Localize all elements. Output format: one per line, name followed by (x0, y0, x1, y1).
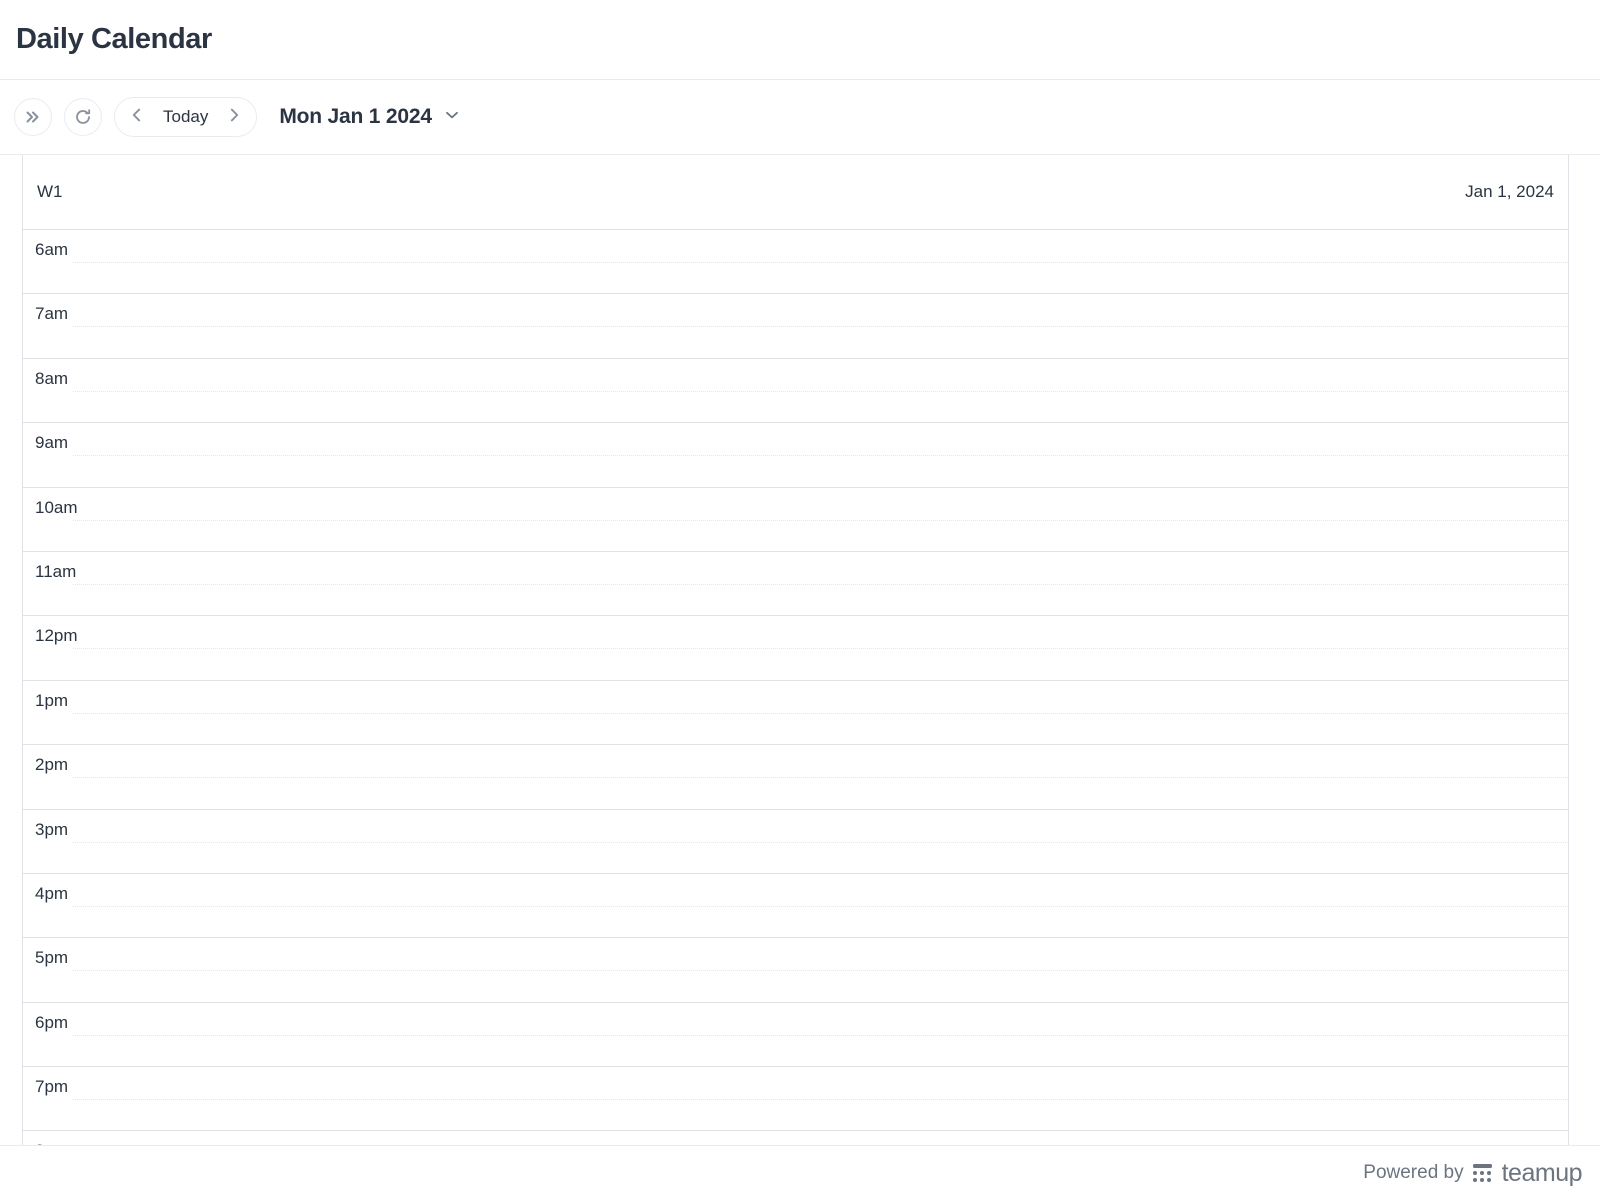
hour-label: 2pm (35, 755, 69, 775)
half-hour-divider (73, 648, 1568, 650)
half-hour-divider (73, 905, 1568, 907)
hour-label: 8am (35, 368, 69, 388)
hour-row[interactable]: 7pm (23, 1067, 1568, 1132)
hour-rows-container: 6am 7am 8am 9am 10am 11am 12pm 1pm 2pm 3pm 4pm 5pm 6… (23, 230, 1568, 1196)
teamup-brand-label[interactable]: teamup (1502, 1160, 1583, 1186)
hour-row[interactable]: 12pm (23, 616, 1568, 681)
teamup-grid-logo-icon (1472, 1163, 1492, 1183)
half-hour-divider (73, 326, 1568, 328)
hour-label: 11am (35, 561, 77, 581)
teamup-logo-dot (1472, 1170, 1478, 1176)
hour-row[interactable]: 4pm (23, 873, 1568, 939)
hour-label: 10am (35, 497, 78, 517)
previous-day-button[interactable] (119, 99, 155, 135)
hour-row[interactable]: 7am (23, 294, 1568, 359)
hour-row[interactable]: 11am (23, 551, 1568, 617)
calendar-grid: W1 Jan 1, 2024 6am 7am 8am 9am 10am 11am 12pm 1… (22, 155, 1569, 1196)
teamup-logo-dot (1486, 1177, 1492, 1183)
teamup-logo-dot (1486, 1170, 1492, 1176)
calendar-grid-viewport[interactable]: W1 Jan 1, 2024 6am 7am 8am 9am 10am 11am 12pm 1… (0, 155, 1600, 1200)
current-date-label: Mon Jan 1 2024 (279, 105, 432, 128)
calendar-app: Daily Calendar Today Mon Jan 1 2024 W1 J… (0, 0, 1600, 1200)
chevron-right-icon (225, 106, 243, 129)
hour-row[interactable]: 2pm (23, 745, 1568, 810)
sidebar-expand-button[interactable] (14, 98, 52, 136)
hour-label: 5pm (35, 948, 69, 968)
hour-label: 12pm (35, 626, 78, 646)
chevron-left-icon (128, 106, 146, 129)
hour-label: 3pm (35, 819, 69, 839)
teamup-logo-dot-row (1472, 1177, 1492, 1183)
hour-row[interactable]: 3pm (23, 809, 1568, 874)
double-chevron-right-icon (23, 107, 43, 127)
hour-row[interactable]: 8am (23, 358, 1568, 424)
day-date-label: Jan 1, 2024 (1465, 182, 1554, 201)
half-hour-divider (73, 519, 1568, 521)
half-hour-divider (73, 712, 1568, 714)
hour-row[interactable]: 6am (23, 230, 1568, 295)
teamup-logo-bar (1472, 1163, 1492, 1169)
half-hour-divider (73, 1099, 1568, 1101)
hour-label: 7pm (35, 1077, 69, 1097)
date-navigation-pill: Today (114, 97, 258, 137)
hour-label: 9am (35, 433, 69, 453)
today-button[interactable]: Today (155, 107, 216, 127)
teamup-logo-dot (1479, 1177, 1485, 1183)
hour-label: 6am (35, 240, 69, 259)
page-title: Daily Calendar (16, 23, 212, 55)
half-hour-divider (73, 455, 1568, 457)
next-day-button[interactable] (216, 99, 252, 135)
hour-row[interactable]: 10am (23, 487, 1568, 552)
day-header-row: W1 Jan 1, 2024 (23, 155, 1568, 230)
hour-row[interactable]: 9am (23, 423, 1568, 488)
powered-by-label: Powered by (1363, 1162, 1464, 1183)
week-number-label: W1 (37, 182, 63, 201)
half-hour-divider (73, 777, 1568, 779)
hour-label: 1pm (35, 690, 69, 710)
half-hour-divider (73, 970, 1568, 972)
refresh-button[interactable] (64, 98, 102, 136)
teamup-logo-dot (1472, 1177, 1478, 1183)
teamup-logo-dot (1479, 1170, 1485, 1176)
hour-row[interactable]: 1pm (23, 680, 1568, 746)
half-hour-divider (73, 390, 1568, 392)
hour-label: 6pm (35, 1012, 69, 1032)
half-hour-divider (73, 583, 1568, 585)
calendar-toolbar: Today Mon Jan 1 2024 (0, 80, 1600, 155)
footer-bar: Powered by teamup (0, 1145, 1600, 1200)
hour-row[interactable]: 5pm (23, 938, 1568, 1003)
current-date-selector[interactable]: Mon Jan 1 2024 (279, 105, 461, 130)
teamup-logo-dot-row (1472, 1170, 1492, 1176)
half-hour-divider (73, 1034, 1568, 1036)
hour-label: 4pm (35, 883, 69, 903)
hour-row[interactable]: 6pm (23, 1002, 1568, 1068)
chevron-down-icon[interactable] (442, 105, 462, 130)
half-hour-divider (73, 841, 1568, 843)
hour-label: 7am (35, 304, 69, 324)
half-hour-divider (73, 262, 1568, 263)
title-bar: Daily Calendar (0, 0, 1600, 80)
refresh-icon (73, 107, 93, 127)
